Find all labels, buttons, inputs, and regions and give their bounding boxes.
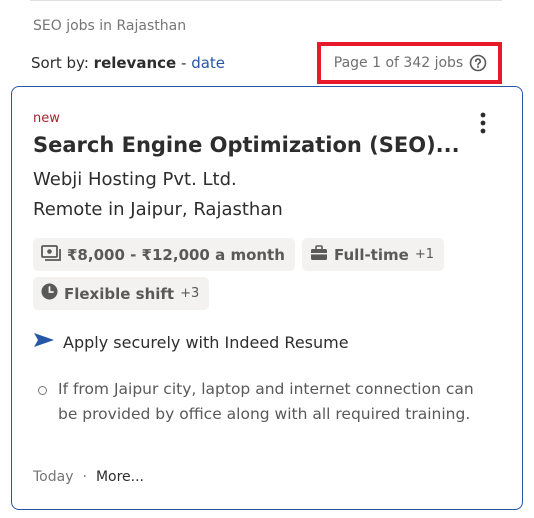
- sort-relevance: relevance: [93, 54, 177, 72]
- salary-icon: [41, 244, 61, 265]
- sort-row: Sort by: relevance - date: [31, 54, 225, 72]
- job-card[interactable]: new Search Engine Optimization (SEO)... …: [11, 86, 523, 510]
- shift-text: Flexible shift: [64, 284, 175, 303]
- salary-text: ₹8,000 - ₹12,000 a month: [67, 245, 285, 264]
- sort-date-link[interactable]: date: [191, 54, 225, 72]
- footer-dot: ·: [82, 469, 87, 485]
- job-snippet: If from Jaipur city, laptop and internet…: [33, 377, 493, 427]
- more-link[interactable]: More...: [96, 469, 144, 485]
- sort-label: Sort by:: [31, 54, 89, 72]
- page-count: Page 1 of 342 jobs: [317, 42, 502, 84]
- job-type-extra: +1: [414, 247, 434, 262]
- sort-separator: -: [180, 54, 187, 72]
- send-arrow-icon: [33, 332, 55, 352]
- job-type-text: Full-time: [334, 245, 409, 264]
- card-footer: Today · More...: [33, 469, 144, 485]
- clock-icon: [41, 283, 58, 304]
- snippet-item: If from Jaipur city, laptop and internet…: [33, 377, 493, 427]
- salary-chip: ₹8,000 - ₹12,000 a month: [33, 238, 295, 271]
- more-options-icon[interactable]: [474, 111, 492, 137]
- job-location: Remote in Jaipur, Rajasthan: [33, 199, 283, 220]
- job-type-chip: Full-time +1: [302, 238, 444, 271]
- briefcase-icon: [310, 244, 328, 265]
- posted-date: Today: [33, 469, 74, 485]
- shift-extra: +3: [180, 286, 200, 301]
- search-heading: SEO jobs in Rajasthan: [33, 18, 187, 34]
- new-badge: new: [33, 111, 60, 126]
- job-title-link[interactable]: Search Engine Optimization (SEO)...: [33, 133, 460, 157]
- easy-apply-text: Apply securely with Indeed Resume: [63, 332, 349, 352]
- company-name: Webji Hosting Pvt. Ltd.: [33, 169, 237, 190]
- help-icon[interactable]: [469, 54, 487, 72]
- page-count-text: Page 1 of 342 jobs: [333, 55, 464, 71]
- top-divider: [30, 0, 502, 1]
- easy-apply-row: Apply securely with Indeed Resume: [33, 332, 349, 352]
- shift-chip: Flexible shift +3: [33, 277, 210, 310]
